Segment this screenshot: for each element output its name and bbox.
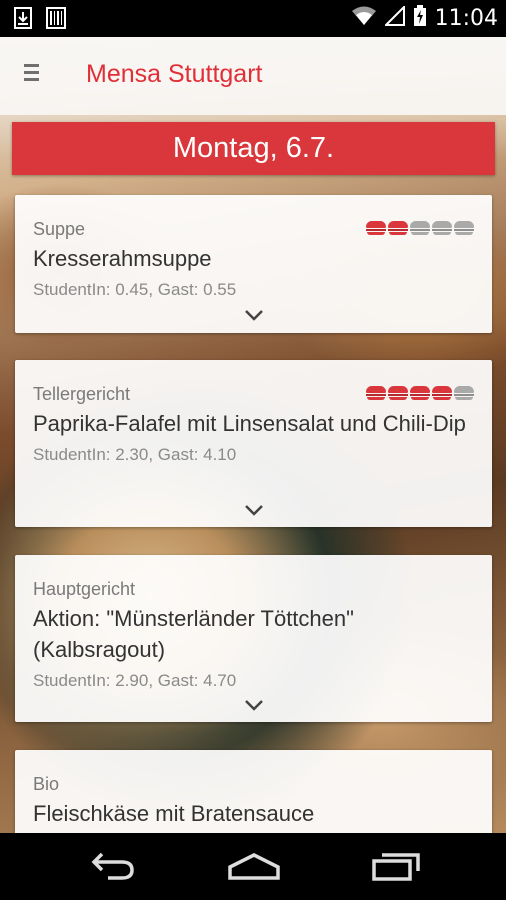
burger-rating-icon <box>388 221 408 235</box>
burger-rating-icon <box>432 221 452 235</box>
meal-card[interactable]: Bio Fleischkäse mit Bratensauce <box>15 750 492 833</box>
meal-card[interactable]: Suppe Kresserahmsuppe StudentIn: 0.45, G… <box>15 195 492 333</box>
battery-charging-icon <box>413 5 427 32</box>
app-title: Mensa Stuttgart <box>86 60 263 88</box>
barcode-icon <box>46 7 66 34</box>
meal-name: Fleischkäse mit Bratensauce <box>33 801 315 826</box>
chevron-down-icon[interactable] <box>243 503 265 517</box>
burger-rating-icon <box>432 386 452 400</box>
download-icon <box>14 7 32 34</box>
status-bar: 11:04 <box>0 0 506 37</box>
chevron-down-icon[interactable] <box>243 308 265 322</box>
app-bar: Mensa Stuttgart <box>0 37 506 115</box>
burger-rating-icon <box>454 386 474 400</box>
meal-name: Aktion: "Münsterländer Töttchen" (Kalbsr… <box>33 603 473 696</box>
burger-rating-icon <box>366 221 386 235</box>
navigation-bar <box>0 833 506 900</box>
meal-rating <box>366 221 474 235</box>
meal-price: StudentIn: 2.30, Gast: 4.10 <box>33 445 237 464</box>
meal-card[interactable]: Hauptgericht Aktion: "Münsterländer Tött… <box>15 555 492 722</box>
meal-price: StudentIn: 0.45, Gast: 0.55 <box>33 280 237 299</box>
burger-rating-icon <box>388 386 408 400</box>
day-header[interactable]: Montag, 6.7. <box>12 122 495 175</box>
hamburger-menu-icon[interactable] <box>24 64 48 88</box>
day-label: Montag, 6.7. <box>172 132 335 164</box>
meal-category: Tellergericht <box>33 384 131 404</box>
recent-apps-icon[interactable] <box>370 851 422 886</box>
burger-rating-icon <box>366 386 386 400</box>
clock: 11:04 <box>434 6 498 31</box>
burger-rating-icon <box>454 221 474 235</box>
meal-category: Hauptgericht <box>33 579 136 599</box>
meal-rating <box>366 386 474 400</box>
meal-name: Paprika-Falafel mit Linsensalat und Chil… <box>33 408 473 470</box>
meal-name: Kresserahmsuppe StudentIn: 0.45, Gast: 0… <box>33 243 473 305</box>
meal-category: Bio <box>33 774 60 794</box>
wifi-icon <box>351 6 377 31</box>
burger-rating-icon <box>410 221 430 235</box>
back-icon[interactable] <box>88 851 138 886</box>
burger-rating-icon <box>410 386 430 400</box>
meal-card[interactable]: Tellergericht Paprika-Falafel mit Linsen… <box>15 360 492 527</box>
meal-price: StudentIn: 2.90, Gast: 4.70 <box>33 671 237 690</box>
meal-category: Suppe <box>33 219 86 239</box>
home-icon[interactable] <box>226 851 282 886</box>
chevron-down-icon[interactable] <box>243 698 265 712</box>
signal-icon <box>383 4 405 31</box>
